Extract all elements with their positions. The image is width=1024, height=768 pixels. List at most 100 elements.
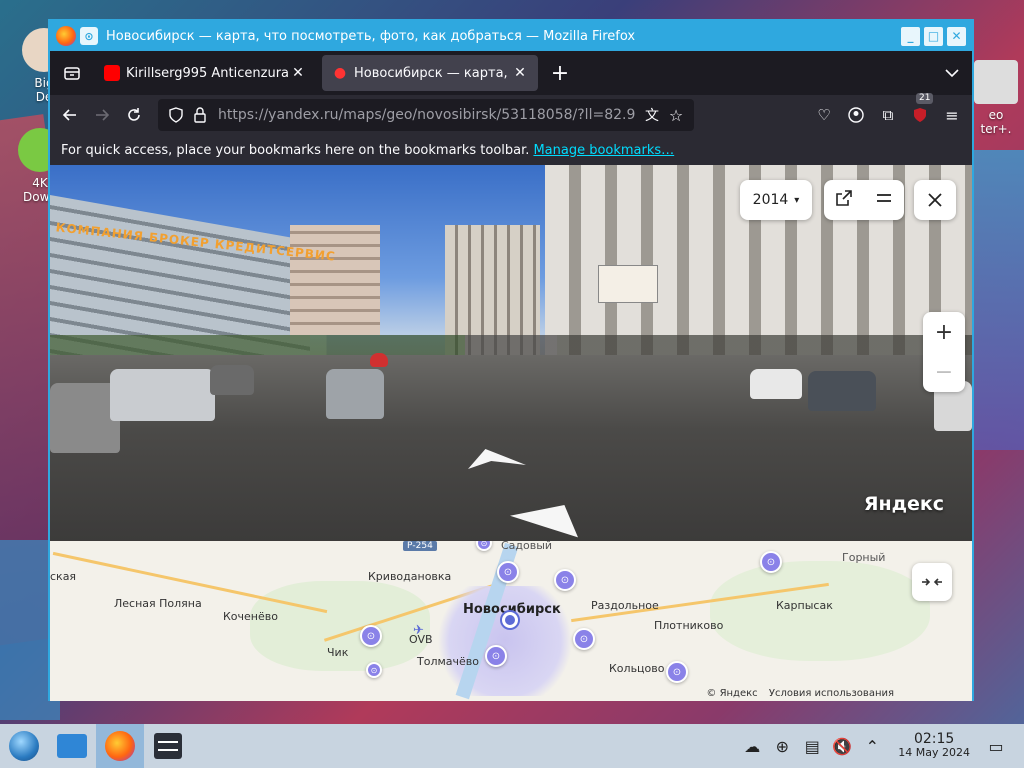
- car: [210, 365, 254, 395]
- map-label: Карпысак: [776, 599, 833, 612]
- taskbar-firefox[interactable]: [96, 724, 144, 768]
- airport-icon: ✈: [413, 623, 424, 638]
- forward-button[interactable]: [86, 99, 118, 131]
- map-balloon-marker[interactable]: ⊙: [573, 628, 595, 650]
- map-balloon-marker[interactable]: ⊙: [760, 551, 782, 573]
- account-icon[interactable]: [840, 99, 872, 131]
- back-button[interactable]: [54, 99, 86, 131]
- bookmarks-message: For quick access, place your bookmarks h…: [61, 142, 530, 158]
- list-all-tabs-button[interactable]: [936, 57, 968, 89]
- clock-time: 02:15: [913, 731, 955, 747]
- tab-youtube[interactable]: Kirillserg995 Anticenzura ✕: [94, 55, 316, 91]
- billboard: [598, 265, 658, 303]
- map-label: Кольцово: [609, 662, 665, 675]
- map-balloon-marker[interactable]: ⊙: [497, 561, 519, 583]
- translate-icon[interactable]: 文: [640, 103, 664, 127]
- arrow-left-icon: [62, 109, 76, 121]
- car: [808, 371, 876, 411]
- reload-icon: [128, 108, 140, 121]
- firefox-icon: [105, 731, 135, 761]
- terms-link[interactable]: Условия использования: [769, 688, 894, 699]
- collapse-map-button[interactable]: [912, 563, 952, 601]
- caret-down-icon: ▾: [794, 194, 800, 206]
- new-tab-button[interactable]: +: [544, 57, 576, 89]
- navigation-bar: https://yandex.ru/maps/geo/novosibirsk/5…: [50, 93, 972, 135]
- car: [370, 353, 388, 367]
- system-tray: ☁ ⊕ ▤ 🔇 ⌃ 02:15 14 May 2024 ▭: [736, 732, 1024, 760]
- folder-icon: [57, 734, 87, 758]
- start-menu-button[interactable]: [0, 724, 48, 768]
- lock-icon[interactable]: [188, 103, 212, 127]
- close-button[interactable]: ✕: [947, 26, 966, 46]
- bookmarks-toolbar: For quick access, place your bookmarks h…: [50, 135, 972, 165]
- close-icon: [928, 193, 942, 207]
- tab-close-icon[interactable]: ✕: [290, 65, 306, 81]
- reload-button[interactable]: [118, 99, 150, 131]
- tab-close-icon[interactable]: ✕: [512, 65, 528, 81]
- menu-icon[interactable]: ≡: [936, 99, 968, 131]
- zoom-out-button[interactable]: −: [923, 352, 965, 392]
- manage-bookmarks-link[interactable]: Manage bookmarks…: [533, 143, 674, 158]
- url-bar[interactable]: https://yandex.ru/maps/geo/novosibirsk/5…: [158, 99, 694, 131]
- map-pin-icon: ●: [333, 65, 347, 81]
- map-label: Лесная Поляна: [114, 597, 202, 610]
- url-text[interactable]: https://yandex.ru/maps/geo/novosibirsk/5…: [218, 107, 640, 123]
- zoom-in-button[interactable]: +: [923, 312, 965, 352]
- extension-badge: 21: [916, 93, 934, 104]
- map-label: Криводановка: [368, 570, 452, 583]
- open-external-icon[interactable]: [836, 190, 852, 210]
- desktop-icon-right[interactable]: eo ter+.: [974, 60, 1018, 136]
- desktop-icon-label: eo ter+.: [980, 108, 1012, 136]
- show-desktop-icon[interactable]: ▭: [982, 732, 1010, 760]
- pocket-icon[interactable]: ♡: [808, 99, 840, 131]
- map-balloon-marker[interactable]: ⊙: [666, 661, 688, 683]
- volume-muted-icon[interactable]: 🔇: [828, 732, 856, 760]
- taskbar-terminal[interactable]: [144, 724, 192, 768]
- yandex-logo: Яндекс: [863, 493, 944, 515]
- map-balloon-marker[interactable]: ⊙: [476, 541, 492, 551]
- route-badge: Р-254: [403, 541, 437, 551]
- map-label: Толмачёво: [417, 655, 479, 668]
- cloud-upload-icon[interactable]: ☁: [738, 732, 766, 760]
- taskbar: ☁ ⊕ ▤ 🔇 ⌃ 02:15 14 May 2024 ▭: [0, 724, 1024, 768]
- tab-label: Новосибирск — карта, ч: [354, 65, 512, 81]
- tab-manager-button[interactable]: [56, 57, 88, 89]
- update-icon[interactable]: ⊕: [768, 732, 796, 760]
- car: [750, 369, 802, 399]
- clock[interactable]: 02:15 14 May 2024: [898, 732, 970, 760]
- clock-date: 14 May 2024: [898, 746, 970, 759]
- minimize-button[interactable]: _: [901, 26, 920, 46]
- map-label: Плотниково: [654, 619, 724, 632]
- maximize-button[interactable]: □: [924, 26, 943, 46]
- street-panorama[interactable]: КОМПАНИЯ БРОКЕР КРЕДИТСЕРВИС 2014 ▾ + − …: [50, 165, 972, 541]
- extensions-icon[interactable]: ⧉: [872, 99, 904, 131]
- map-balloon-marker[interactable]: ⊙: [360, 625, 382, 647]
- car: [326, 369, 384, 419]
- shield-icon[interactable]: [164, 103, 188, 127]
- settings-sliders-icon: [154, 733, 182, 759]
- map-balloon-marker[interactable]: ⊙: [485, 645, 507, 667]
- panorama-actions: [824, 180, 904, 220]
- chevron-up-icon[interactable]: ⌃: [858, 732, 886, 760]
- arrow-right-icon: [96, 109, 110, 121]
- ublock-icon[interactable]: 21: [904, 93, 936, 131]
- map-label: Раздольное: [591, 599, 659, 612]
- year-select[interactable]: 2014 ▾: [740, 180, 812, 220]
- current-location-marker[interactable]: [502, 612, 518, 628]
- browser-window: ⊙ Новосибирск — карта, что посмотреть, ф…: [48, 19, 974, 701]
- tab-yandex-maps[interactable]: ● Новосибирск — карта, ч ✕: [322, 55, 538, 91]
- chevron-down-icon: [945, 69, 959, 78]
- map-balloon-marker[interactable]: ⊙: [554, 569, 576, 591]
- close-panorama-button[interactable]: [914, 180, 956, 220]
- bookmark-star-icon[interactable]: ☆: [664, 103, 688, 127]
- clipboard-icon[interactable]: ▤: [798, 732, 826, 760]
- tab-bar: Kirillserg995 Anticenzura ✕ ● Новосибирс…: [50, 51, 972, 95]
- split-view-icon[interactable]: [876, 192, 892, 208]
- panorama-building: [290, 225, 380, 335]
- window-titlebar[interactable]: ⊙ Новосибирск — карта, что посмотреть, ф…: [50, 21, 972, 51]
- mini-map[interactable]: Р-254 Садовый Горный ская Криводановка Л…: [50, 541, 972, 701]
- taskbar-file-manager[interactable]: [48, 724, 96, 768]
- map-balloon-marker[interactable]: ⊙: [366, 662, 382, 678]
- pin-icon[interactable]: ⊙: [80, 27, 98, 45]
- copyright-text: © Яндекс: [706, 688, 758, 699]
